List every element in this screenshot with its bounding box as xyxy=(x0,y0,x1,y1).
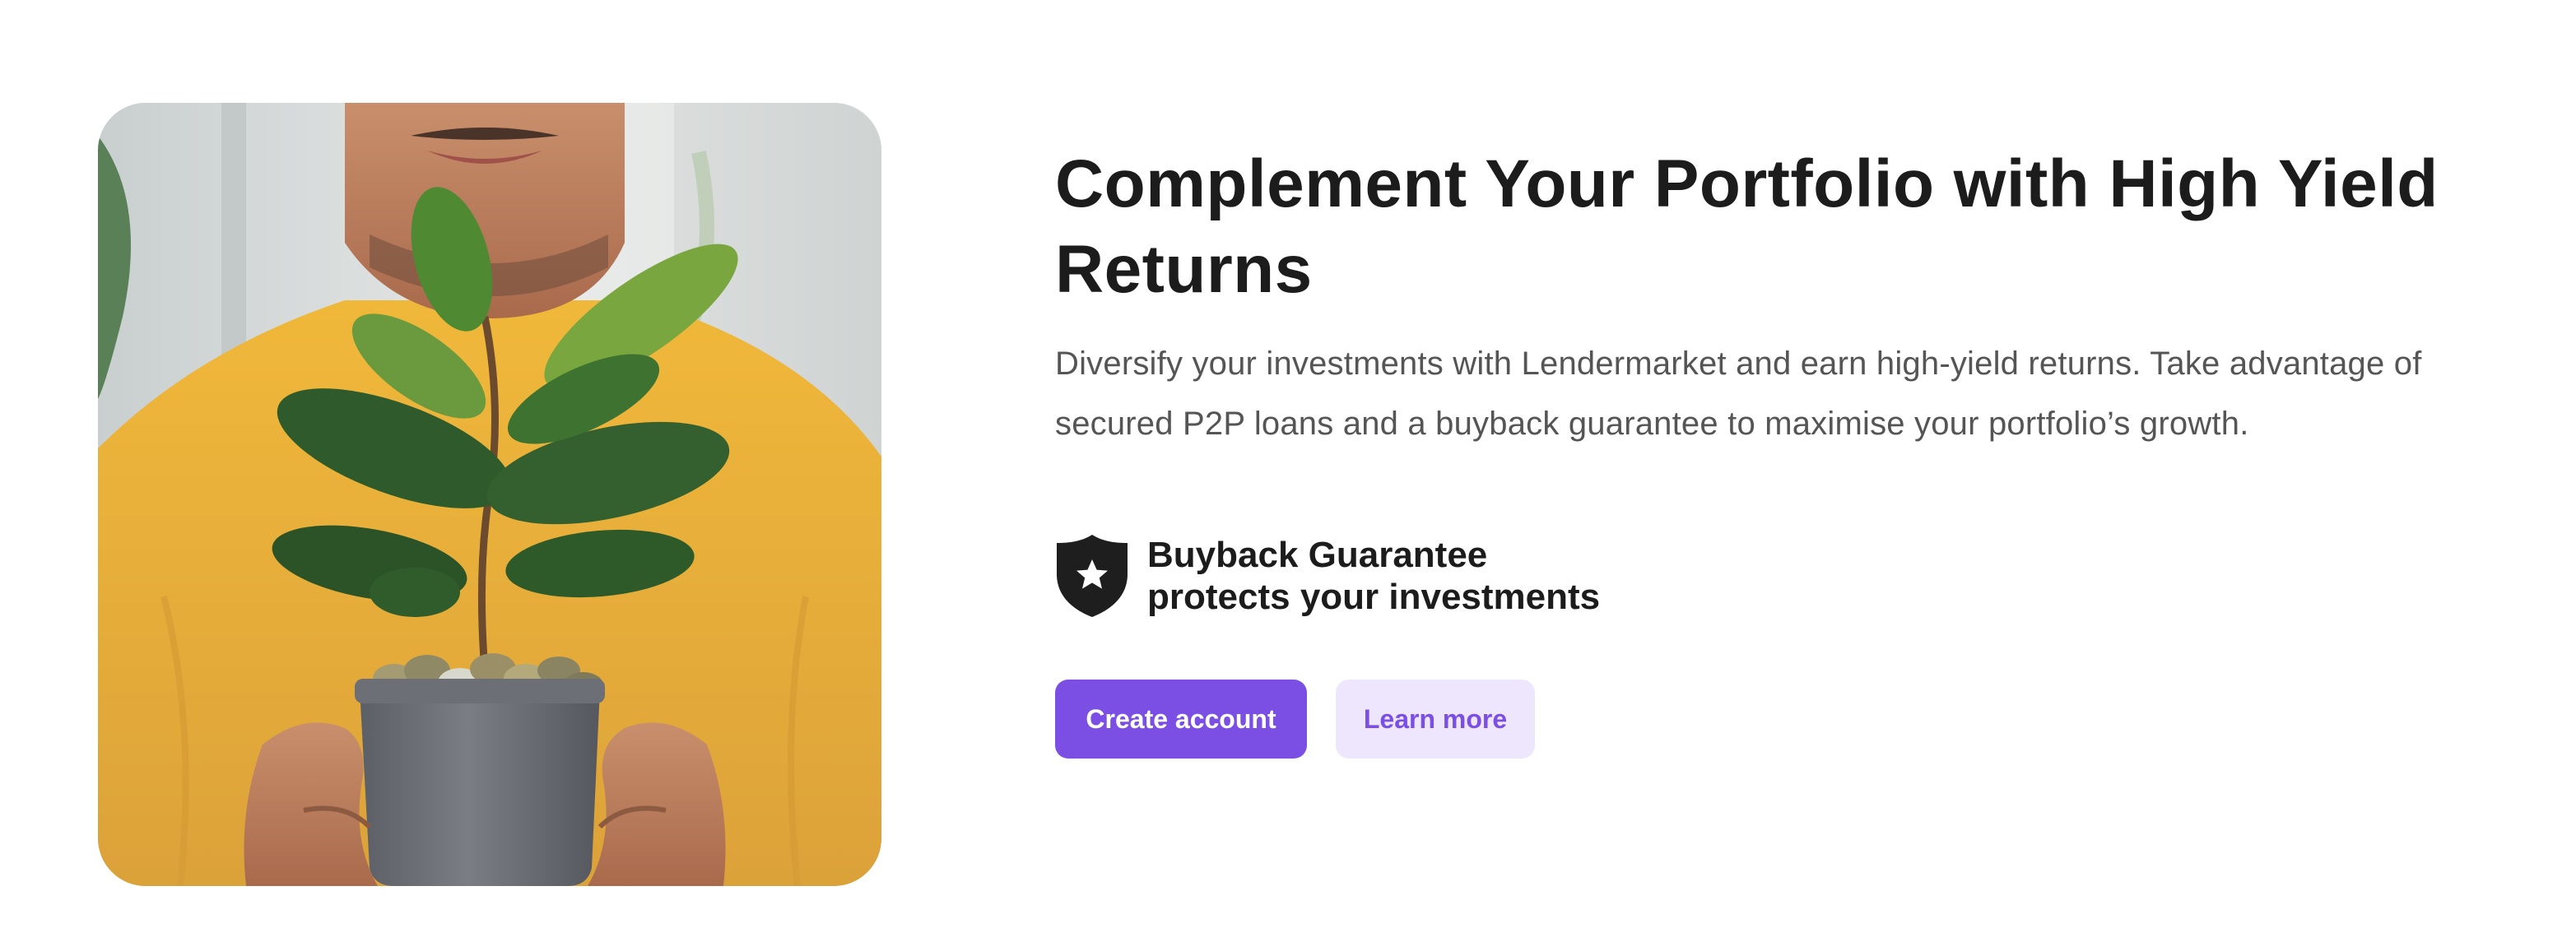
learn-more-button[interactable]: Learn more xyxy=(1336,680,1535,759)
page-title: Complement Your Portfolio with High Yiel… xyxy=(1055,146,2439,307)
guarantee-subtitle: protects your investments xyxy=(1147,577,1601,617)
guarantee-text: Buyback Guarantee protects your investme… xyxy=(1147,534,1600,618)
hero-description: Diversify your investments with Lenderma… xyxy=(1055,346,2422,442)
shield-star-icon xyxy=(1057,535,1128,617)
buyback-guarantee-badge: Buyback Guarantee protects your investme… xyxy=(1055,533,1600,619)
create-account-button[interactable]: Create account xyxy=(1055,680,1307,759)
guarantee-title: Buyback Guarantee xyxy=(1147,535,1488,575)
hero-content: Complement Your Portfolio with High Yiel… xyxy=(1055,142,2528,454)
hero-image xyxy=(98,103,881,886)
plant-illustration xyxy=(98,103,881,886)
cta-buttons: Create account Learn more xyxy=(1055,680,1535,759)
